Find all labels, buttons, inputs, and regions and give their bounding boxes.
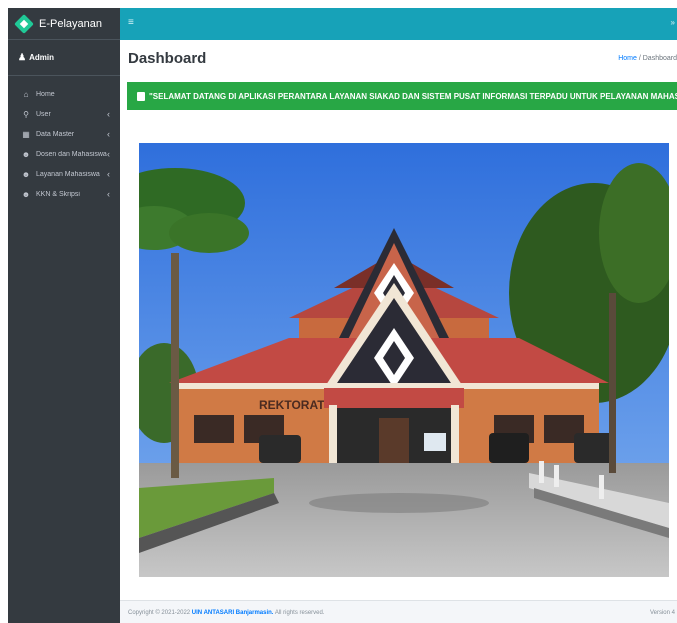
- footer-link[interactable]: UIN ANTASARI Banjarmasin.: [192, 610, 274, 616]
- footer-version: Version 4: [649, 610, 675, 616]
- campus-building-photo: REKTORAT: [139, 143, 669, 577]
- diamond-logo-icon: [14, 13, 34, 34]
- footer-copyright-prefix: Copyright © 2021-2022: [128, 610, 192, 616]
- users-icon: ☻: [21, 189, 31, 199]
- top-navbar: ≡ »: [120, 8, 677, 40]
- welcome-alert: "SELAMAT DATANG DI APLIKASI PERANTARA LA…: [127, 82, 677, 110]
- brand-link[interactable]: E-Pelayanan: [8, 8, 120, 40]
- building-illustration: REKTORAT: [139, 143, 669, 577]
- user-icon: ♟: [18, 52, 27, 62]
- page-title: Dashboard: [128, 50, 207, 67]
- info-icon: [137, 91, 145, 101]
- sidebar-item-user[interactable]: ⚲ User ‹: [8, 104, 120, 124]
- chevron-left-icon: ‹: [107, 109, 110, 119]
- sidebar-item-label: Home: [36, 90, 55, 98]
- sidebar-item-label: KKN & Skripsi: [36, 190, 80, 198]
- footer: Copyright © 2021-2022 UIN ANTASARI Banja…: [120, 600, 677, 623]
- sidebar-item-label: Layanan Mahasiswa: [36, 170, 100, 178]
- breadcrumb-home-link[interactable]: Home: [618, 55, 637, 62]
- footer-suffix: All rights reserved.: [273, 610, 325, 616]
- home-icon: ⌂: [23, 89, 29, 99]
- users-icon: ☻: [21, 169, 31, 179]
- breadcrumb-current: Dashboard: [642, 55, 677, 62]
- sidebar-item-data-master[interactable]: ▦ Data Master ‹: [8, 124, 120, 144]
- chevron-left-icon: ‹: [107, 149, 110, 159]
- sidebar-item-layanan-mahasiswa[interactable]: ☻ Layanan Mahasiswa ‹: [8, 164, 120, 184]
- menu-toggle-icon[interactable]: ≡: [128, 17, 134, 28]
- sidebar-nav: ⌂ Home ⚲ User ‹ ▦ Data Master ‹ ☻ Dosen …: [8, 76, 120, 204]
- sidebar: E-Pelayanan ♟ Admin ⌂ Home ⚲ User ‹ ▦ Da…: [8, 8, 120, 623]
- table-icon: ▦: [22, 129, 30, 139]
- sidebar-item-label: User: [36, 110, 51, 118]
- building-sign-text: REKTORAT: [259, 398, 325, 412]
- footer-copyright: Copyright © 2021-2022 UIN ANTASARI Banja…: [128, 610, 325, 616]
- user-panel[interactable]: ♟ Admin: [8, 40, 120, 76]
- brand-name: E-Pelayanan: [39, 17, 102, 30]
- sidebar-item-label: Dosen dan Mahasiswa: [36, 150, 107, 158]
- sidebar-item-kkn-skripsi[interactable]: ☻ KKN & Skripsi ‹: [8, 184, 120, 204]
- chevron-left-icon: ‹: [107, 169, 110, 179]
- user-name: Admin: [29, 53, 54, 62]
- sidebar-item-dosen-mahasiswa[interactable]: ☻ Dosen dan Mahasiswa ‹: [8, 144, 120, 164]
- users-icon: ☻: [21, 149, 31, 159]
- breadcrumb-separator: /: [638, 55, 641, 62]
- breadcrumb: Home / Dashboard: [618, 55, 677, 62]
- chevron-left-icon: ‹: [107, 189, 110, 199]
- key-icon: ⚲: [23, 109, 29, 119]
- content-wrapper: Dashboard Home / Dashboard "SELAMAT DATA…: [120, 40, 677, 600]
- welcome-alert-text: "SELAMAT DATANG DI APLIKASI PERANTARA LA…: [149, 91, 677, 101]
- sidebar-item-label: Data Master: [36, 130, 75, 138]
- chevron-left-icon: ‹: [107, 129, 110, 139]
- expand-icon[interactable]: »: [671, 18, 675, 27]
- sidebar-item-home[interactable]: ⌂ Home: [8, 84, 120, 104]
